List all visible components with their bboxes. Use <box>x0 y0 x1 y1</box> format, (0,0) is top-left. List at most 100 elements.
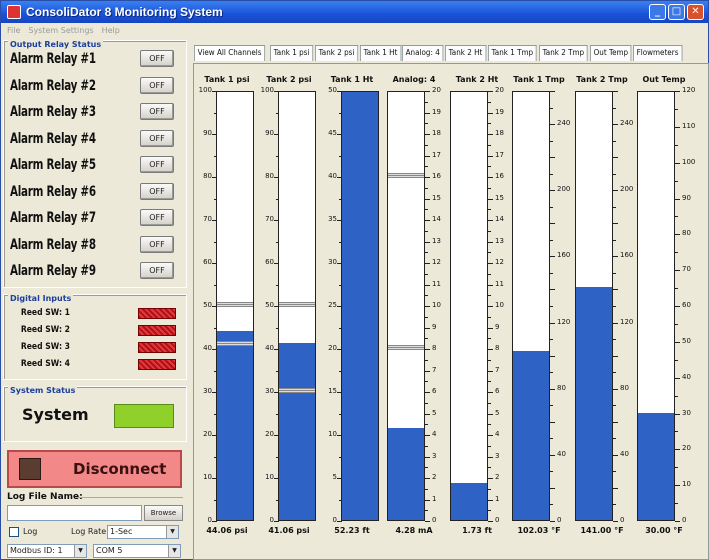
scale-minor-tick <box>425 359 428 361</box>
tank-level-fill <box>388 427 424 520</box>
menu-help[interactable]: Help <box>102 26 120 35</box>
tab-flowmeters[interactable]: Flowmeters <box>633 45 683 61</box>
scale-tick-label: 18 <box>432 129 441 137</box>
relay-toggle-button[interactable]: OFF <box>140 103 174 120</box>
tab-out-temp[interactable]: Out Temp <box>589 45 632 61</box>
scale-tick <box>550 355 555 357</box>
tab-tank-1-ht[interactable]: Tank 1 Ht <box>359 45 401 61</box>
scale-minor-tick <box>339 155 342 157</box>
tab-analog-4[interactable]: Analog: 4 <box>402 45 444 61</box>
scale-tick <box>212 435 217 436</box>
app-window: ConsoliDator 8 Monitoring System _ □ ✕ F… <box>0 0 709 560</box>
scale-minor-tick <box>425 230 428 232</box>
relay-toggle-button[interactable]: OFF <box>140 262 174 279</box>
relay-toggle-button[interactable]: OFF <box>140 50 174 67</box>
scale-tick-label: 80 <box>265 172 274 180</box>
setpoint-marker[interactable] <box>388 173 424 178</box>
scale-minor-tick <box>675 252 678 254</box>
scale-tick-label: 19 <box>432 107 441 116</box>
scale-tick <box>675 126 680 128</box>
scale-tick-label: 35 <box>328 215 337 223</box>
scale-tick-label: 120 <box>682 86 696 94</box>
browse-button[interactable]: Browse <box>144 505 183 521</box>
scale-tick <box>212 177 217 178</box>
tab-tank-1-psi[interactable]: Tank 1 psi <box>270 45 314 61</box>
scale-tick <box>550 289 555 291</box>
close-button[interactable]: ✕ <box>687 4 704 20</box>
scale-tick <box>425 263 430 264</box>
scale-tick-label: 30 <box>203 387 212 395</box>
digital-input-row: Reed SW: 3 <box>10 342 178 354</box>
scale-minor-tick <box>488 123 491 125</box>
relay-toggle-button[interactable]: OFF <box>140 156 174 173</box>
tank-level-fill <box>451 482 487 520</box>
scale-tick-label: 70 <box>682 265 691 274</box>
scale-minor-tick <box>675 431 678 433</box>
scale-tick-label: 30 <box>265 387 274 395</box>
modbus-id-select[interactable]: Modbus ID: 1 ▼ <box>7 544 87 558</box>
scale-tick <box>337 392 342 393</box>
relay-toggle-button[interactable]: OFF <box>140 129 174 147</box>
scale-tick <box>613 521 618 522</box>
tab-tank-2-psi[interactable]: Tank 2 psi <box>314 45 358 61</box>
setpoint-marker[interactable] <box>388 345 424 350</box>
scale-tick <box>675 234 680 236</box>
relay-label: Alarm Relay #7 <box>10 210 96 226</box>
scale-tick-label: 240 <box>557 119 571 128</box>
scale-tick-label: 6 <box>495 387 500 395</box>
scale-tick <box>675 377 680 379</box>
tab-view-all-channels[interactable]: View All Channels <box>194 45 266 61</box>
menu-system-settings[interactable]: System Settings <box>28 26 93 35</box>
scale-minor-tick <box>550 471 553 473</box>
scale-tick <box>488 306 493 307</box>
relay-status-section: Output Relay Status Alarm Relay #1 OFF Ala… <box>3 40 187 288</box>
minimize-button[interactable]: _ <box>649 4 666 20</box>
scale-minor-tick <box>488 230 491 232</box>
scale-tick-label: 7 <box>495 365 500 374</box>
scale-tick-label: 70 <box>265 215 274 223</box>
digital-input-indicator <box>138 308 176 319</box>
scale-minor-tick <box>276 155 279 157</box>
title-bar[interactable]: ConsoliDator 8 Monitoring System _ □ ✕ <box>1 1 708 23</box>
tab-tank-2-tmp[interactable]: Tank 2 Tmp <box>538 45 588 61</box>
log-rate-select[interactable]: 1-Sec ▼ <box>107 525 179 539</box>
scale-minor-tick <box>425 187 428 189</box>
relay-toggle-button[interactable]: OFF <box>140 182 174 200</box>
scale-minor-tick <box>550 438 553 440</box>
relay-row: Alarm Relay #3 OFF <box>10 103 178 121</box>
channel-value: 52.23 ft <box>334 526 370 535</box>
com-port-select[interactable]: COM 5 ▼ <box>93 544 181 558</box>
scale-tick <box>488 370 493 372</box>
scale-minor-tick <box>276 327 279 329</box>
scale-tick-label: 11 <box>495 279 504 288</box>
scale-tick-label: 40 <box>682 372 691 381</box>
scale-minor-tick <box>675 503 678 505</box>
tab-tank-1-tmp[interactable]: Tank 1 Tmp <box>487 45 537 61</box>
relay-toggle-button[interactable]: OFF <box>140 209 174 226</box>
relay-toggle-button[interactable]: OFF <box>140 235 174 253</box>
channel-name: Tank 2 Tmp <box>576 75 628 84</box>
scale-minor-tick <box>214 456 217 458</box>
channel-value: 41.06 psi <box>268 526 310 535</box>
scale-tick-label: 80 <box>620 383 629 392</box>
relay-toggle-button[interactable]: OFF <box>140 76 174 94</box>
menu-file[interactable]: File <box>7 26 20 35</box>
scale-minor-tick <box>613 471 616 473</box>
scale-tick-label: 0 <box>682 516 687 524</box>
scale-tick-label: 0 <box>332 516 337 524</box>
scale-tick <box>675 198 680 200</box>
log-checkbox[interactable] <box>9 527 19 537</box>
scale-tick <box>212 306 217 307</box>
scale-tick-label: 80 <box>203 172 212 180</box>
scale-tick <box>550 190 555 192</box>
scale-tick <box>337 435 342 436</box>
system-status-indicator <box>114 404 174 428</box>
maximize-button[interactable]: □ <box>668 4 685 20</box>
scale-tick <box>425 134 430 135</box>
tab-tank-2-ht[interactable]: Tank 2 Ht <box>445 45 487 61</box>
scale-minor-tick <box>425 252 428 254</box>
scale-tick-label: 0 <box>432 516 437 524</box>
log-filename-input[interactable] <box>7 505 142 521</box>
scale-tick <box>488 220 493 221</box>
disconnect-button[interactable]: Disconnect <box>7 450 182 488</box>
